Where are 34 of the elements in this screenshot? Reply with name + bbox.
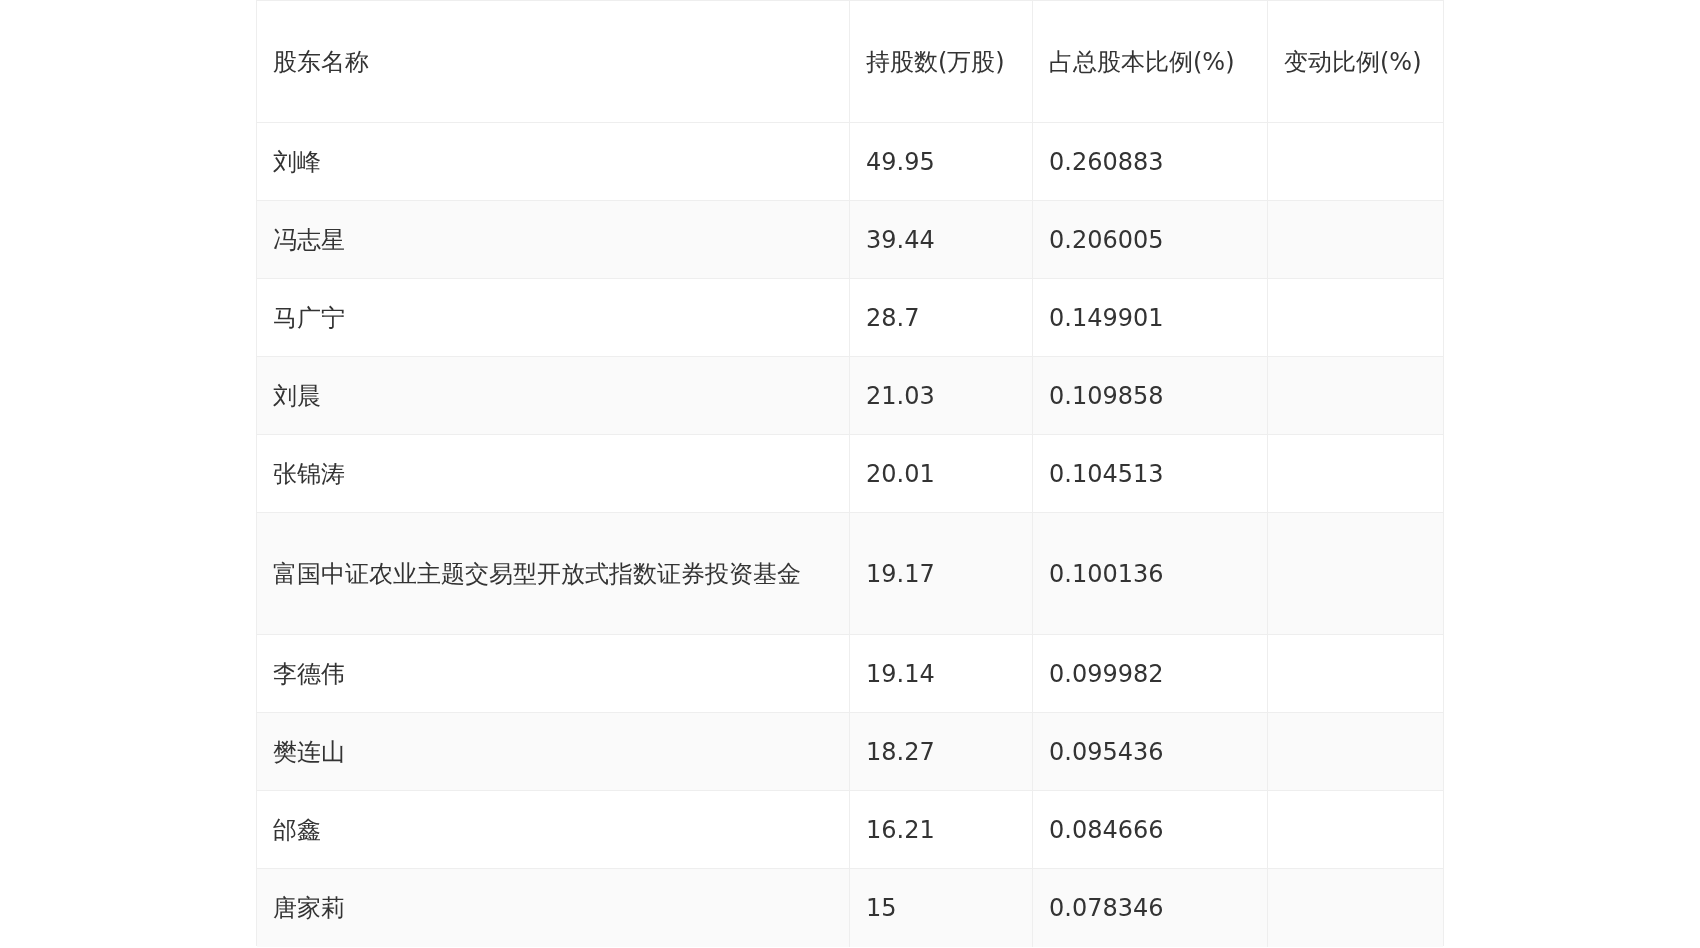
table-cell-text: 张锦涛 [273,458,345,490]
table-cell-text: 0.095436 [1049,736,1164,768]
column-header: 持股数(万股) [866,46,1005,78]
table-cell-text: 39.44 [866,224,935,256]
table-cell-text: 0.206005 [1049,224,1164,256]
table-cell-text: 唐家莉 [273,893,345,924]
table-cell-text: 刘峰 [273,146,321,178]
table-cell-text: 49.95 [866,146,935,178]
table-cell-text: 0.078346 [1049,893,1164,924]
table-cell-text: 冯志星 [273,224,345,256]
table-cell-text: 0.149901 [1049,302,1164,334]
table-cell-text: 马广宁 [273,302,345,334]
column-header: 变动比例(%) [1284,46,1422,78]
table-cell-text: 刘晨 [273,380,321,412]
table-cell-text: 0.100136 [1049,558,1164,590]
table-cell-text: 21.03 [866,380,935,412]
table-cell-text: 19.14 [866,658,935,690]
table-cell-text: 0.104513 [1049,458,1164,490]
table-cell-text: 19.17 [866,558,935,590]
table-cell-text: 0.260883 [1049,146,1164,178]
table-cell-text: 15 [866,893,897,924]
table-cell-text: 0.084666 [1049,814,1164,846]
column-header: 占总股本比例(%) [1049,46,1235,78]
table-cell-text: 16.21 [866,814,935,846]
table-cell-text: 28.7 [866,302,920,334]
table-cell-text: 0.109858 [1049,380,1164,412]
table-cell-text: 李德伟 [273,658,345,690]
column-header: 股东名称 [273,46,369,78]
table-cell-text: 邰鑫 [273,814,321,846]
table-cell-text: 20.01 [866,458,935,490]
table-cell-text: 18.27 [866,736,935,768]
table-cell-text: 0.099982 [1049,658,1164,690]
table-cell-text: 樊连山 [273,736,345,768]
table-cell-text: 富国中证农业主题交易型开放式指数证券投资基金 [273,558,801,590]
